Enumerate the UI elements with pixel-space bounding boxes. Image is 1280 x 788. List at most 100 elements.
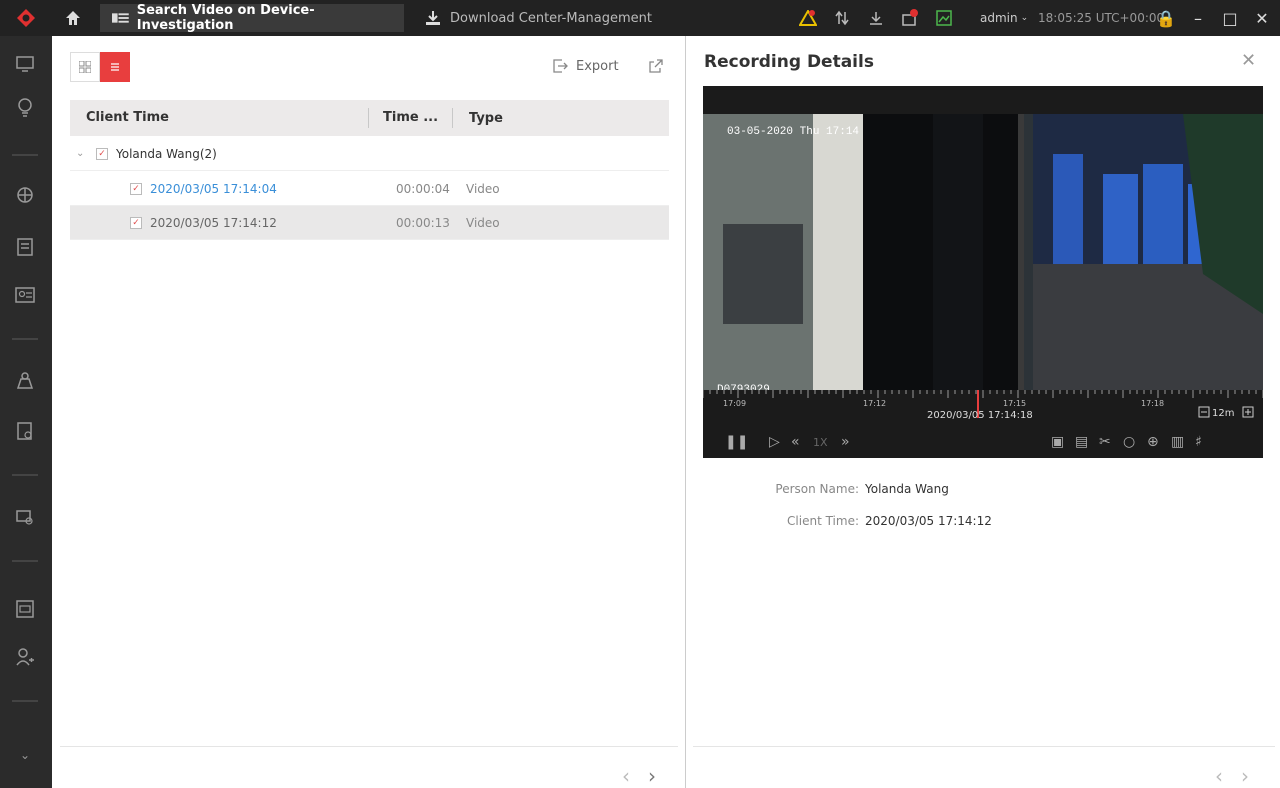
grid-view-button[interactable] <box>70 52 100 82</box>
current-time: 2020/03/05 17:14:18 <box>927 410 1033 421</box>
user-manage-icon[interactable] <box>12 644 38 670</box>
control-panel-icon[interactable] <box>12 596 38 622</box>
playback-timeline[interactable]: 17:09 17:12 17:15 17:18 2020/03/05 17:14… <box>702 390 1264 426</box>
chevron-down-icon: ⌄ <box>1020 13 1029 23</box>
tab-search-video[interactable]: Search Video on Device-Investigation <box>100 3 404 33</box>
user-name: admin <box>980 11 1018 25</box>
tick-label: 17:09 <box>723 399 746 408</box>
lock-icon[interactable]: 🔒 <box>1150 9 1182 28</box>
monitor-icon[interactable] <box>12 50 38 76</box>
group-row[interactable]: ⌄ ✓ Yolanda Wang(2) <box>70 137 669 171</box>
user-menu[interactable]: admin ⌄ <box>980 0 1028 36</box>
table-row[interactable]: ✓ 2020/03/05 17:14:12 00:00:13 Video <box>70 206 669 240</box>
divider <box>693 746 1275 747</box>
video-frame[interactable]: 03-05-2020 Thu 17:14 D0793029 <box>703 114 1263 394</box>
prev-record-button[interactable]: ‹ <box>1215 764 1223 788</box>
table-header: Client Time Time ... Type <box>70 100 669 136</box>
row-client-time: 2020/03/05 17:14:04 <box>150 181 277 196</box>
step-forward-icon[interactable]: ▷ <box>769 434 791 450</box>
app-logo-icon <box>0 0 52 36</box>
row-type: Video <box>466 215 500 230</box>
row-type: Video <box>466 181 500 196</box>
tab-label: Search Video on Device-Investigation <box>136 3 315 33</box>
minimize-button[interactable]: – <box>1182 9 1214 28</box>
person-name-row: Person Name: Yolanda Wang <box>687 482 949 496</box>
device-icon[interactable] <box>12 234 38 260</box>
title-bar: Search Video on Device-Investigation Dow… <box>0 0 1280 36</box>
map-target-icon[interactable] <box>12 182 38 208</box>
rail-divider <box>12 560 38 562</box>
person-name-label: Person Name: <box>775 482 859 496</box>
client-time-row: Client Time: 2020/03/05 17:14:12 <box>687 514 992 528</box>
lock-icon[interactable]: ○ <box>1123 434 1147 450</box>
divider <box>60 746 678 747</box>
slow-down-icon[interactable]: « <box>791 434 813 450</box>
audio-mute-icon[interactable]: ♯ <box>1195 434 1219 450</box>
light-bulb-icon[interactable] <box>12 94 38 120</box>
panel-title: Recording Details <box>704 52 874 72</box>
column-time[interactable]: Time ... <box>369 108 453 128</box>
maximize-button[interactable]: □ <box>1214 9 1246 28</box>
nav-rail: ⌄ <box>0 36 52 788</box>
download-icon[interactable]: ▥ <box>1171 434 1195 450</box>
pagination: ‹ › <box>622 764 674 788</box>
rail-divider <box>12 474 38 476</box>
next-record-button[interactable]: › <box>1241 764 1249 788</box>
picture-icon[interactable] <box>932 8 956 28</box>
zoom-level: 12m <box>1212 408 1234 419</box>
group-checkbox[interactable]: ✓ <box>96 147 108 160</box>
recording-details-panel: Recording Details ✕ 03-05-2020 Thu 17:14 <box>687 36 1280 788</box>
list-icon <box>111 63 119 71</box>
prev-page-button[interactable]: ‹ <box>622 764 630 788</box>
list-view-button[interactable] <box>100 52 130 82</box>
column-client-time[interactable]: Client Time <box>70 108 369 128</box>
transfer-icon[interactable] <box>830 8 854 28</box>
export-icon <box>553 59 568 73</box>
pause-icon[interactable]: ❚❚ <box>725 434 749 450</box>
view-toggle <box>70 52 130 82</box>
close-window-button[interactable]: ✕ <box>1246 9 1278 28</box>
clip-icon[interactable]: ✂ <box>1099 434 1123 450</box>
tab-download-center[interactable]: Download Center-Management <box>412 4 666 32</box>
video-search-rail-icon[interactable] <box>12 504 38 530</box>
investigation-icon[interactable] <box>12 368 38 394</box>
timeline-ticks <box>702 390 1264 398</box>
person-card-icon[interactable] <box>12 282 38 308</box>
export-button[interactable]: Export <box>552 58 619 74</box>
rail-divider <box>12 154 38 156</box>
rail-divider <box>12 700 38 702</box>
clock-readout: 18:05:25 UTC+00:00 <box>1038 11 1165 25</box>
client-time-value: 2020/03/05 17:14:12 <box>865 514 992 528</box>
zoom-icon[interactable]: ⊕ <box>1147 434 1171 450</box>
close-icon[interactable]: ✕ <box>1241 50 1256 71</box>
row-duration: 00:00:04 <box>396 181 450 196</box>
next-page-button[interactable]: › <box>648 764 656 788</box>
row-checkbox[interactable]: ✓ <box>130 182 142 195</box>
column-type[interactable]: Type <box>453 111 503 126</box>
speed-up-icon[interactable]: » <box>841 434 863 450</box>
playback-controls: ❚❚ ▷ « 1X » ▣ ▤ ✂ ○ ⊕ ▥ ♯ <box>703 426 1263 458</box>
notification-icon[interactable] <box>898 8 922 28</box>
row-checkbox[interactable]: ✓ <box>130 216 142 229</box>
capture-icon[interactable]: ▣ <box>1051 434 1075 450</box>
person-name-value: Yolanda Wang <box>865 482 949 496</box>
report-icon[interactable] <box>12 418 38 444</box>
chevron-down-icon[interactable]: ⌄ <box>76 148 88 159</box>
client-time-label: Client Time: <box>787 514 859 528</box>
rail-divider <box>12 338 38 340</box>
results-panel: Export Client Time Time ... Type ⌄ ✓ Yol… <box>52 36 686 788</box>
popout-icon[interactable] <box>648 58 664 77</box>
alarm-warning-icon[interactable] <box>796 8 820 28</box>
row-client-time: 2020/03/05 17:14:12 <box>150 215 277 230</box>
speed-indicator: 1X <box>813 435 828 449</box>
download-tasks-icon[interactable] <box>864 8 888 28</box>
detail-pagination: ‹ › <box>1215 764 1267 788</box>
print-icon[interactable]: ▤ <box>1075 434 1099 450</box>
table-row[interactable]: ✓ 2020/03/05 17:14:04 00:00:04 Video <box>70 172 669 206</box>
grid-icon <box>79 61 91 73</box>
home-icon[interactable] <box>64 9 82 27</box>
tab-label: Download Center-Management <box>450 10 653 26</box>
group-label: Yolanda Wang(2) <box>116 146 217 161</box>
chevron-down-icon[interactable]: ⌄ <box>12 742 38 768</box>
video-player: 03-05-2020 Thu 17:14 D0793029 17:09 17:1… <box>702 86 1264 458</box>
